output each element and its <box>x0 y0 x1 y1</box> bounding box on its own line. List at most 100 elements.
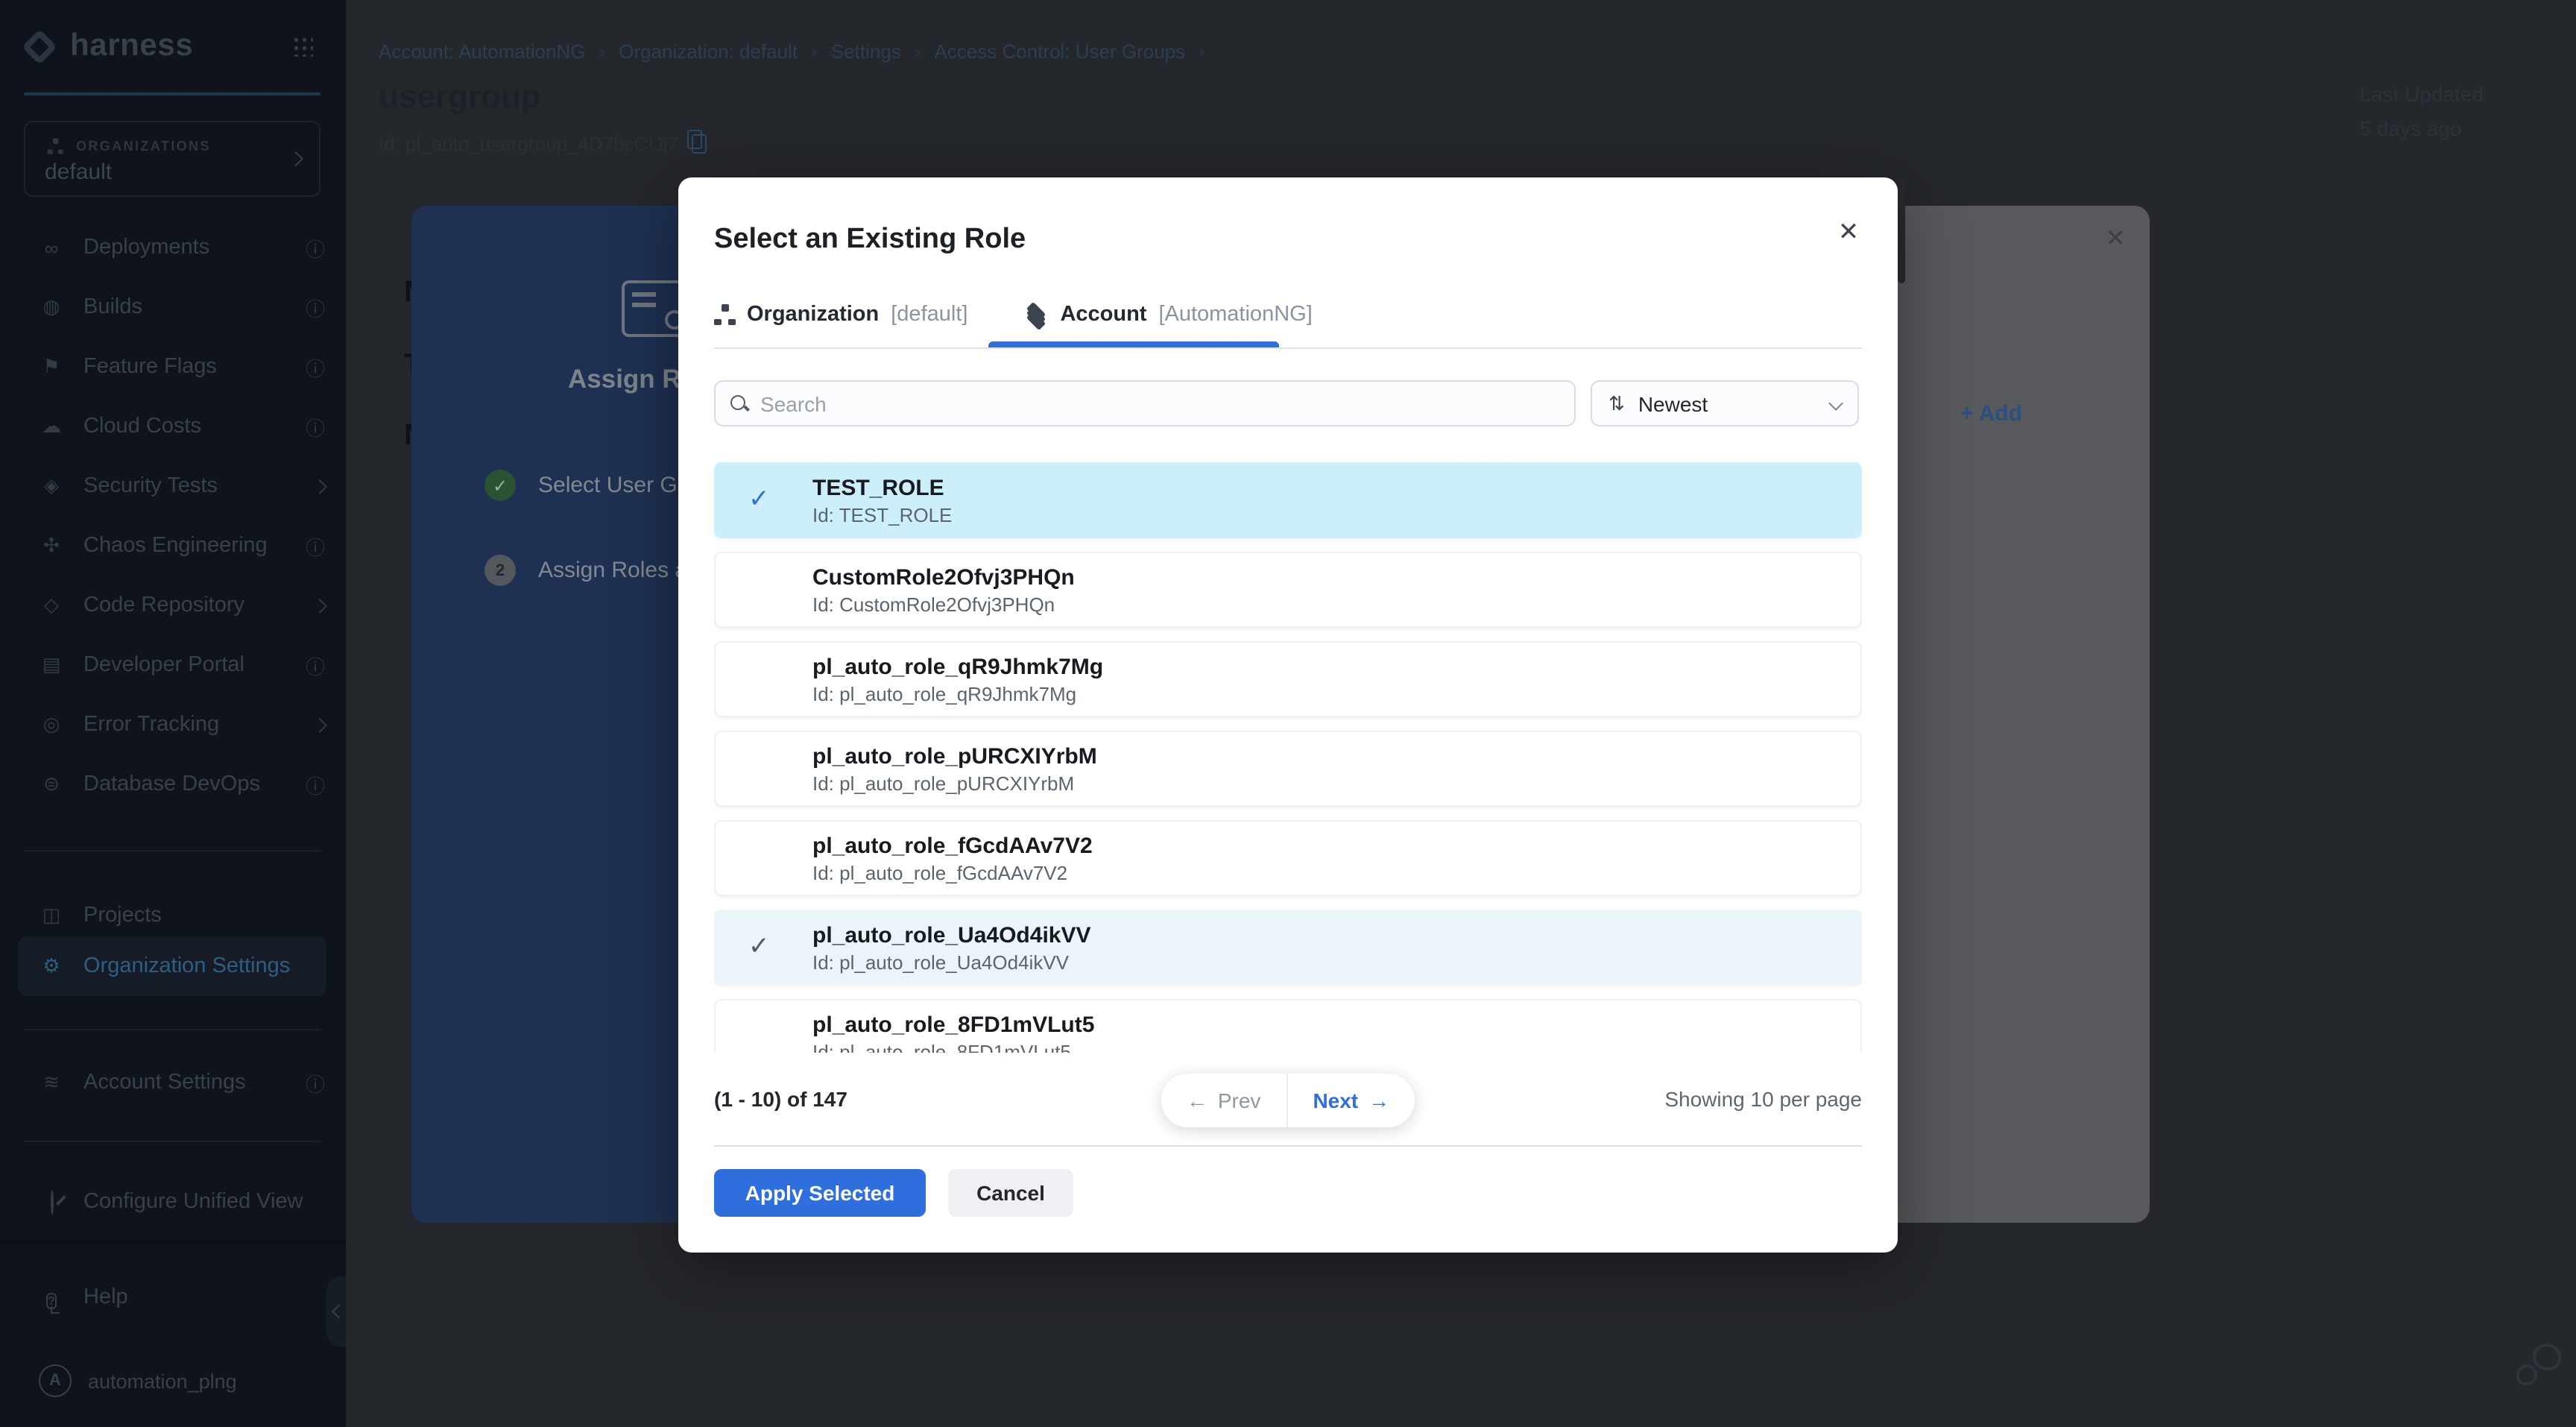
sidebar-item: ✣ Chaos Engineering <box>0 516 346 576</box>
sidebar: harness ORGANIZATIONS default ∞ Deployme… <box>0 0 346 1427</box>
sidebar-item-label: Cloud Costs <box>83 415 201 438</box>
entity-id: Id: pl_auto_usergroup_4D7bcCIJj7 <box>379 133 707 155</box>
trailing-icon <box>306 236 325 259</box>
sidebar-item-help: ? Help <box>0 1267 346 1327</box>
tabs-border <box>714 347 1862 349</box>
sidebar-item-label: Chaos Engineering <box>83 534 268 558</box>
cancel-button[interactable]: Cancel <box>948 1169 1073 1217</box>
trailing-icon <box>306 355 325 379</box>
tab-account[interactable]: Account [AutomationNG] <box>1024 303 1312 327</box>
chevron-right-icon <box>288 151 303 166</box>
select-existing-role-modal: Select an Existing Role ✕ Organization [… <box>678 177 1898 1253</box>
sidebar-item-label: Security Tests <box>83 474 218 498</box>
copy-icon <box>692 134 707 154</box>
sidebar-item: ▤ Developer Portal <box>0 635 346 695</box>
sidebar-item-label: Deployments <box>83 236 209 259</box>
breadcrumb-item: Access Control: User Groups <box>934 40 1218 63</box>
sort-dropdown[interactable]: ⇅ Newest <box>1591 380 1859 426</box>
role-row[interactable]: ✓ pl_auto_role_8FD1mVLut5 Id: pl_auto_ro… <box>714 999 1862 1053</box>
app-root: harness ORGANIZATIONS default ∞ Deployme… <box>0 0 2576 1427</box>
breadcrumb-item: Organization: default <box>619 40 831 63</box>
search-input[interactable] <box>760 391 1559 415</box>
sidebar-footer-divider <box>0 1241 346 1244</box>
brand-underline <box>24 92 321 95</box>
sidebar-item: ◈ Security Tests <box>0 456 346 516</box>
module-icon: ☁ <box>39 415 64 438</box>
role-id: Id: pl_auto_role_8FD1mVLut5 <box>812 1039 1860 1053</box>
add-button: + Add <box>1960 401 2022 426</box>
role-name: pl_auto_role_Ua4Od4ikVV <box>812 921 1860 949</box>
check-icon: ✓ <box>748 485 770 514</box>
arrow-left-icon: ← <box>1187 1089 1208 1112</box>
assign-roles-title: Assign R <box>568 364 681 395</box>
sidebar-item: ◍ Builds <box>0 277 346 337</box>
sidebar-divider <box>24 1029 321 1030</box>
close-icon: ✕ <box>2099 224 2132 253</box>
sidebar-item-configure-unified-view: Configure Unified View <box>0 1172 346 1232</box>
org-selector-value: default <box>45 160 112 185</box>
role-name: TEST_ROLE <box>812 473 1860 502</box>
sidebar-item-label: Error Tracking <box>83 713 219 737</box>
tab-badge: [default] <box>891 303 967 327</box>
role-id: Id: pl_auto_role_fGcdAAv7V2 <box>812 860 1860 885</box>
tab-badge: [AutomationNG] <box>1158 303 1312 327</box>
trailing-icon <box>306 772 325 796</box>
sidebar-item-label: Developer Portal <box>83 653 244 677</box>
pagination-page-size: Showing 10 per page <box>1664 1087 1862 1111</box>
module-icon: ◇ <box>39 593 64 617</box>
sidebar-item-label: Database DevOps <box>83 772 260 796</box>
sidebar-item-label: Builds <box>83 295 142 319</box>
search-box <box>714 380 1576 426</box>
breadcrumb-item: Account: AutomationNG <box>379 40 619 63</box>
apply-selected-button[interactable]: Apply Selected <box>714 1169 926 1217</box>
sidebar-item-label: Help <box>83 1285 128 1309</box>
sidebar-item-label: Account Settings <box>83 1071 246 1094</box>
module-icon: ◈ <box>39 474 64 498</box>
next-button[interactable]: Next → <box>1286 1074 1415 1127</box>
role-id: Id: CustomRole2Ofvj3PHQn <box>812 591 1860 617</box>
footer-divider <box>714 1145 1862 1147</box>
last-updated-value: 5 days ago <box>2359 112 2484 146</box>
role-row[interactable]: ✓ pl_auto_role_pURCXIYrbM Id: pl_auto_ro… <box>714 731 1862 807</box>
module-icon: ∞ <box>39 236 64 259</box>
wrench-icon <box>39 1191 64 1213</box>
role-row[interactable]: ✓ pl_auto_role_fGcdAAv7V2 Id: pl_auto_ro… <box>714 820 1862 896</box>
step-done-check-icon: ✓ <box>484 470 516 501</box>
sidebar-menu: ∞ Deployments ◍ Builds ⚑ Feature Flags <box>0 218 346 814</box>
last-updated: Last Updated 5 days ago <box>2359 78 2484 146</box>
pagination-range: (1 - 10) of 147 <box>714 1087 847 1111</box>
page-title: usergroup <box>379 78 541 116</box>
role-row[interactable]: ✓ TEST_ROLE Id: TEST_ROLE <box>714 462 1862 538</box>
avatar: A <box>39 1364 72 1397</box>
breadcrumb: Account: AutomationNGOrganization: defau… <box>379 40 1219 63</box>
role-row[interactable]: ✓ pl_auto_role_qR9Jhmk7Mg Id: pl_auto_ro… <box>714 641 1862 717</box>
module-icon: ⊜ <box>39 772 64 796</box>
sidebar-item-label: Configure Unified View <box>83 1190 303 1214</box>
module-icon: ◎ <box>39 713 64 737</box>
sidebar-item-account-settings: ≋ Account Settings <box>0 1053 346 1112</box>
role-name: pl_auto_role_8FD1mVLut5 <box>812 1010 1860 1039</box>
trailing-icon <box>306 653 325 677</box>
brand: harness <box>24 24 322 69</box>
org-chart-icon <box>48 139 63 154</box>
role-name: pl_auto_role_qR9Jhmk7Mg <box>812 652 1860 681</box>
close-icon[interactable]: ✕ <box>1829 213 1868 252</box>
role-row[interactable]: ✓ pl_auto_role_Ua4Od4ikVV Id: pl_auto_ro… <box>714 910 1862 986</box>
tab-organization[interactable]: Organization [default] <box>714 303 967 327</box>
module-icon: ⚑ <box>39 355 64 379</box>
sidebar-item: ⊜ Database DevOps <box>0 755 346 814</box>
module-icon: ✣ <box>39 534 64 558</box>
sidebar-item-label: Organization Settings <box>83 954 290 978</box>
sidebar-item-label: Feature Flags <box>83 355 217 379</box>
sidebar-item: ◎ Error Tracking <box>0 695 346 755</box>
prev-button[interactable]: ← Prev <box>1161 1074 1287 1127</box>
trailing-icon <box>306 415 325 438</box>
projects-icon: ◫ <box>39 904 64 927</box>
brand-name: harness <box>70 28 193 64</box>
step-number-badge: 2 <box>484 555 516 586</box>
sidebar-item: ◇ Code Repository <box>0 576 346 635</box>
role-row[interactable]: ✓ CustomRole2Ofvj3PHQn Id: CustomRole2Of… <box>714 552 1862 628</box>
role-id: Id: pl_auto_role_pURCXIYrbM <box>812 770 1860 796</box>
scope-tabs: Organization [default] Account [Automati… <box>714 303 1313 327</box>
arrow-right-icon: → <box>1368 1089 1389 1112</box>
